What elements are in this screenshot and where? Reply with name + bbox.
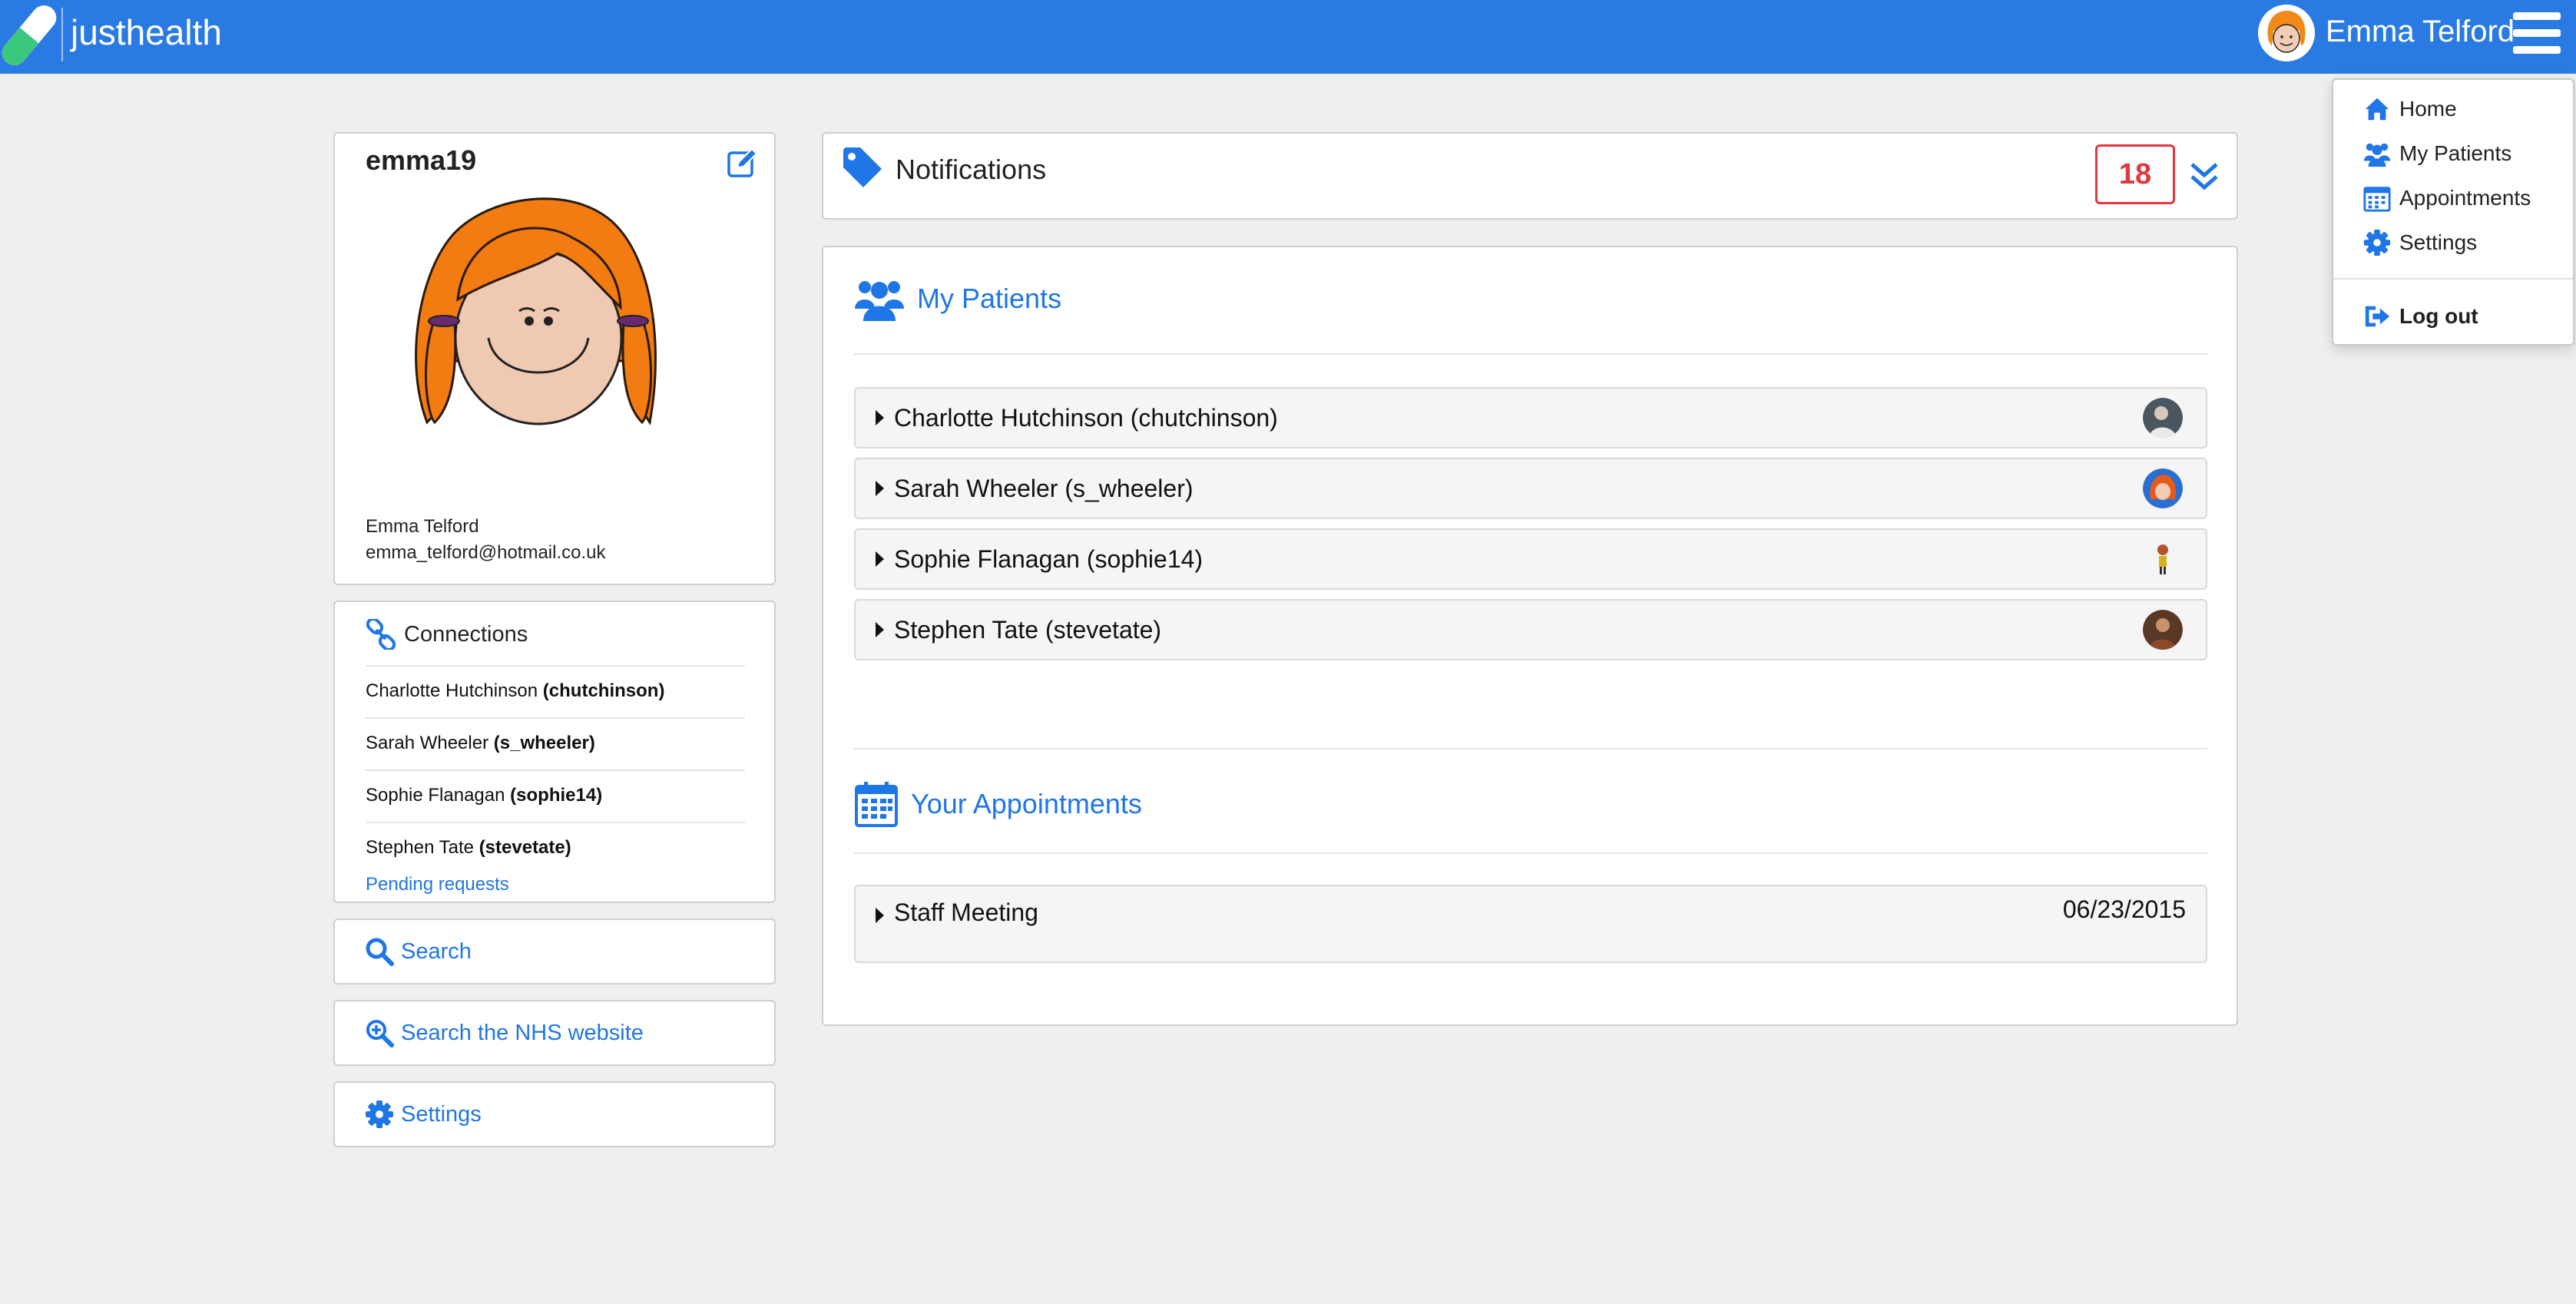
appointment-title: Staff Meeting [894,899,1038,926]
patient-label: Stephen Tate (stevetate) [894,616,1162,644]
profile-full-name: Emma Telford [366,516,479,537]
header-username[interactable]: Emma Telford [2326,12,2515,51]
connection-item[interactable]: Charlotte Hutchinson (chutchinson) [366,665,745,717]
users-icon [2363,143,2391,167]
notifications-panel[interactable]: Notifications 18 [822,132,2238,220]
appointment-row[interactable]: Staff Meeting 06/23/2015 [854,885,2207,963]
search-plus-icon [366,1020,394,1048]
appointment-date: 06/23/2015 [2062,895,2186,923]
connection-name: Sarah Wheeler [366,733,489,753]
divider [854,748,2207,750]
connections-list: Charlotte Hutchinson (chutchinson) Sarah… [366,665,745,874]
patient-avatar [2143,610,2183,650]
patient-avatar [2143,539,2183,579]
caret-right-icon [876,908,884,923]
menu-label: Home [2399,97,2457,121]
connection-username: (s_wheeler) [493,733,595,753]
my-patients-header: My Patients [854,275,1061,323]
divider [854,353,2207,355]
calendar-icon [855,782,898,827]
patient-label: Sophie Flanagan (sophie14) [894,545,1204,573]
patient-avatar [2143,468,2183,508]
profile-avatar-image [415,197,657,425]
top-navbar: justhealth Emma Telford [0,0,2576,74]
menu-item-my-patients[interactable]: My Patients [2362,137,2511,170]
profile-email: emma_telford@hotmail.co.uk [366,542,606,563]
connections-title: Connections [404,621,528,647]
pending-requests-link[interactable]: Pending requests [366,874,509,895]
hamburger-menu-icon[interactable] [2513,12,2561,54]
double-chevron-down-icon[interactable] [2187,160,2221,194]
link-icon [366,619,396,650]
tag-icon [843,147,882,187]
search-button-label: Search [401,938,472,964]
divider [854,852,2207,854]
home-icon [2365,98,2389,121]
edit-icon[interactable] [727,146,759,178]
menu-label: My Patients [2399,141,2512,165]
caret-right-icon [876,551,884,567]
logo-divider [61,8,63,61]
connection-username: (chutchinson) [542,680,665,701]
search-nhs-button[interactable]: Search the NHS website [333,1000,776,1066]
caret-right-icon [876,622,884,637]
menu-label: Settings [2399,230,2478,254]
connections-panel: Connections Charlotte Hutchinson (chutch… [333,601,776,903]
menu-item-logout[interactable]: Log out [2362,300,2478,333]
logout-label: Log out [2399,304,2478,328]
connection-username: (stevetate) [478,837,571,858]
user-dropdown-menu: Home My Patients Appointments Settings L… [2332,78,2574,346]
menu-item-settings[interactable]: Settings [2362,226,2477,260]
my-patients-title: My Patients [917,283,1062,314]
patient-row[interactable]: Sarah Wheeler (s_wheeler) [854,458,2207,519]
connection-item[interactable]: Sophie Flanagan (sophie14) [366,769,745,822]
patient-row[interactable]: Stephen Tate (stevetate) [854,599,2207,660]
pill-logo-icon[interactable] [0,0,58,71]
notifications-title: Notifications [896,154,1047,185]
appointments-header: Your Appointments [854,780,1142,828]
calendar-icon [2363,187,2391,212]
profile-card: emma19 Emma Telford emma_telford@hotmail… [333,132,776,585]
search-nhs-label: Search the NHS website [401,1020,644,1045]
patient-list: Charlotte Hutchinson (chutchinson) Sarah… [854,387,2207,670]
brand-name[interactable]: justhealth [71,9,222,55]
connection-name: Charlotte Hutchinson [366,680,538,701]
gear-icon [366,1100,393,1128]
gear-icon [2363,229,2391,256]
connection-item[interactable]: Sarah Wheeler (s_wheeler) [366,717,745,769]
appointments-title: Your Appointments [911,788,1142,819]
patient-avatar [2143,398,2183,438]
search-button[interactable]: Search [333,918,776,985]
search-icon [366,938,394,966]
caret-right-icon [876,410,884,425]
profile-username: emma19 [366,144,477,176]
patient-label: Charlotte Hutchinson (chutchinson) [894,404,1278,432]
connection-username: (sophie14) [510,785,603,806]
logout-icon [2365,306,2390,327]
menu-divider [2333,278,2573,280]
patient-label: Sarah Wheeler (s_wheeler) [894,475,1194,502]
patient-row[interactable]: Charlotte Hutchinson (chutchinson) [854,387,2207,448]
connections-header: Connections [366,619,528,650]
settings-button-label: Settings [401,1101,482,1127]
connection-item[interactable]: Stephen Tate (stevetate) [366,822,745,874]
menu-label: Appointments [2399,186,2531,210]
connection-name: Sophie Flanagan [366,785,505,806]
main-content-panel: My Patients Charlotte Hutchinson (chutch… [822,246,2238,1026]
patient-row[interactable]: Sophie Flanagan (sophie14) [854,528,2207,590]
notifications-count-badge: 18 [2095,144,2175,204]
connection-name: Stephen Tate [366,837,475,858]
users-icon [855,281,904,321]
menu-item-home[interactable]: Home [2362,92,2457,126]
settings-button[interactable]: Settings [333,1081,776,1147]
menu-item-appointments[interactable]: Appointments [2362,181,2531,215]
user-avatar[interactable] [2258,5,2315,61]
caret-right-icon [876,481,884,496]
